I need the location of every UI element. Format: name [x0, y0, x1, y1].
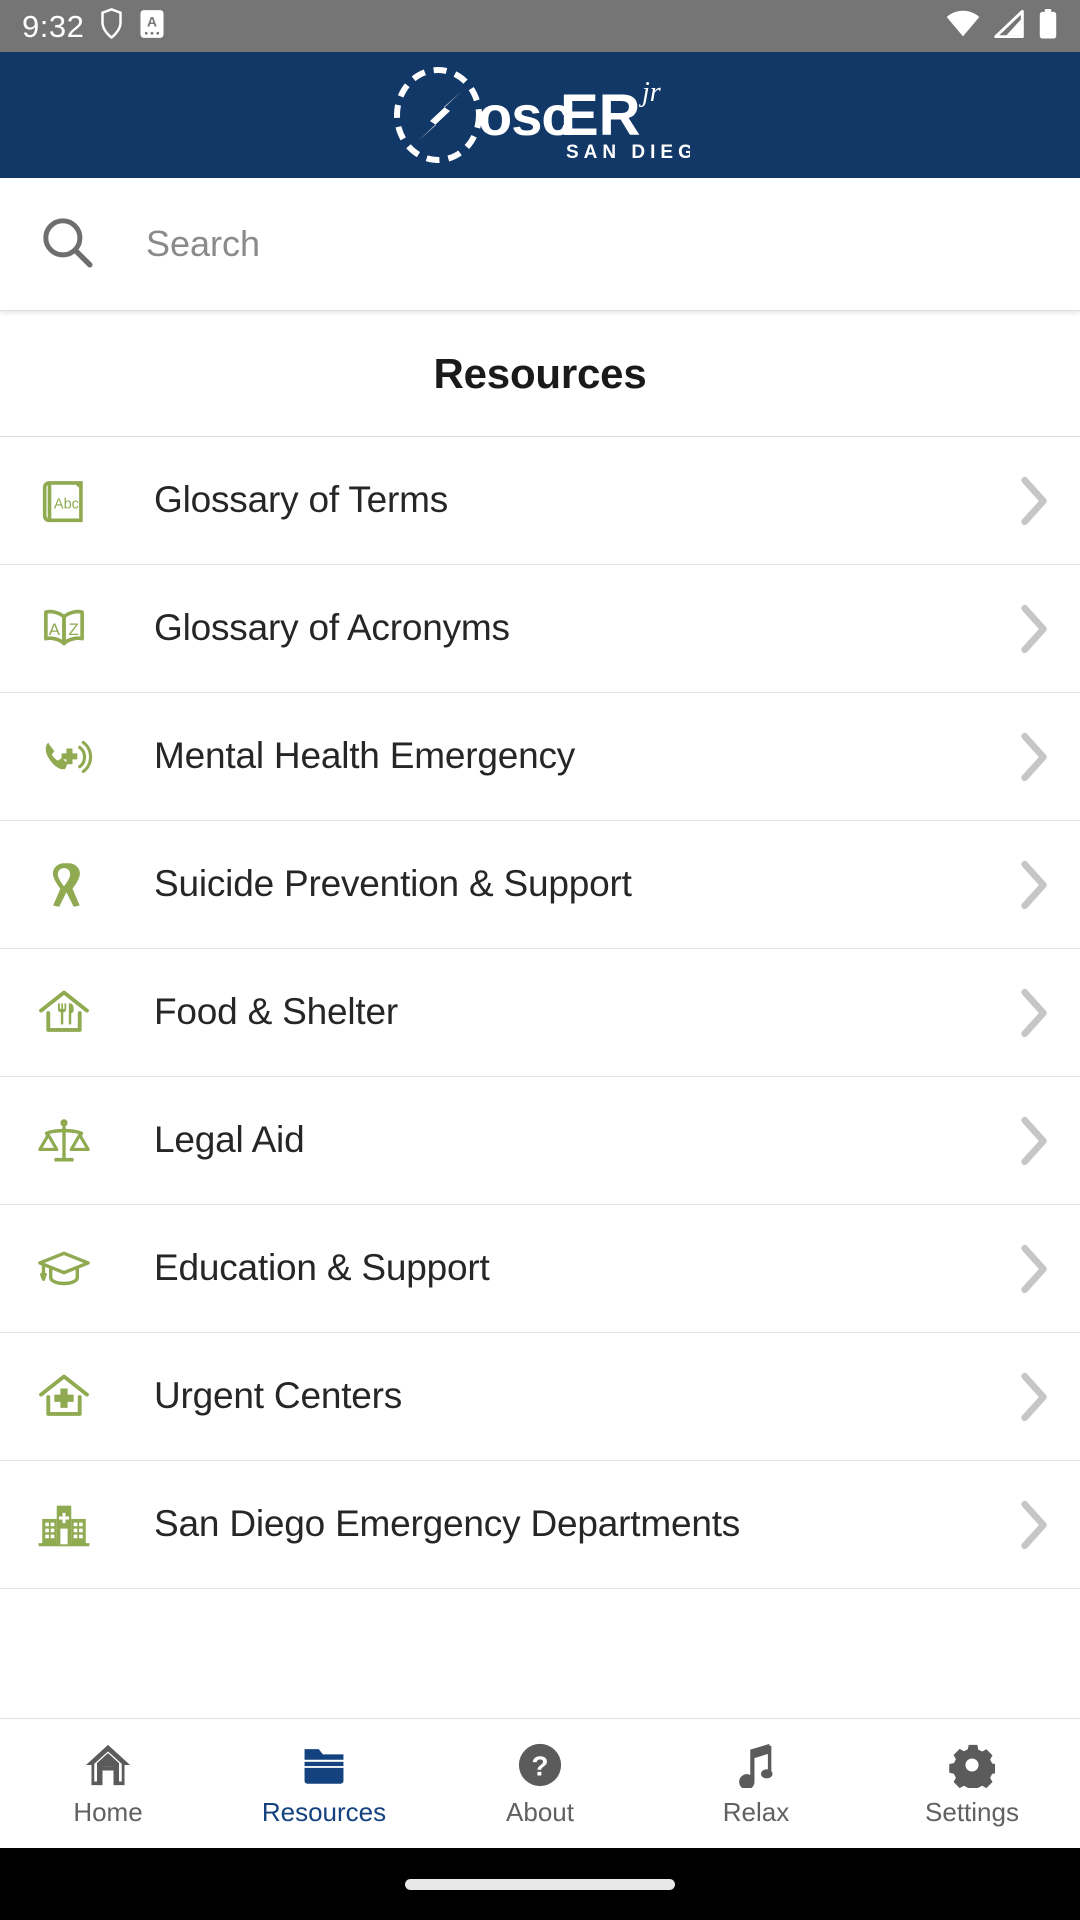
list-item[interactable]: Mental Health Emergency: [0, 693, 1080, 821]
page-title: Resources: [0, 311, 1080, 437]
app-notification-icon: A: [139, 9, 165, 44]
list-item-label: Food & Shelter: [154, 991, 399, 1033]
status-bar-left: 9:32 A: [22, 7, 165, 45]
hospital-building-icon: [32, 1493, 96, 1557]
list-item[interactable]: Abc Glossary of Terms: [0, 437, 1080, 565]
list-item-label: Mental Health Emergency: [154, 735, 576, 777]
list-item[interactable]: AZ Glossary of Acronyms: [0, 565, 1080, 693]
search-bar[interactable]: [0, 178, 1080, 311]
chevron-right-icon[interactable]: [1016, 1498, 1050, 1552]
nav-label-resources: Resources: [261, 1797, 387, 1827]
emergency-call-icon: [32, 725, 96, 789]
list-item-label: Education & Support: [154, 1247, 490, 1289]
music-note-icon: [736, 1742, 776, 1788]
shield-icon: [98, 7, 125, 45]
resources-list: Abc Glossary of Terms AZ Glossary of Acr…: [0, 437, 1080, 1718]
list-item-label: Glossary of Terms: [154, 479, 449, 521]
svg-text:A: A: [49, 620, 61, 639]
nav-label-settings: Settings: [925, 1797, 1019, 1827]
folder-icon: [301, 1742, 347, 1788]
system-gesture-bar: [0, 1848, 1080, 1920]
home-icon: [84, 1742, 132, 1788]
chevron-right-icon[interactable]: [1016, 730, 1050, 784]
nav-label-home: Home: [73, 1797, 143, 1827]
svg-text:ER: ER: [560, 83, 641, 148]
gear-icon: [949, 1742, 995, 1788]
svg-text:Abc: Abc: [54, 496, 79, 512]
chevron-right-icon[interactable]: [1016, 602, 1050, 656]
list-item-label: San Diego Emergency Departments: [154, 1503, 741, 1545]
chevron-right-icon[interactable]: [1016, 1370, 1050, 1424]
nav-item-home[interactable]: Home: [0, 1719, 216, 1848]
search-input[interactable]: [146, 223, 1040, 265]
nav-item-resources[interactable]: Resources: [216, 1719, 432, 1848]
scales-of-justice-icon: [32, 1109, 96, 1173]
chevron-right-icon[interactable]: [1016, 1242, 1050, 1296]
list-item[interactable]: Legal Aid: [0, 1077, 1080, 1205]
house-medical-icon: [32, 1365, 96, 1429]
home-gesture-pill[interactable]: [405, 1878, 675, 1890]
app-logo: osc ER jr SAN DIEGO: [390, 65, 690, 165]
list-item-label: Glossary of Acronyms: [154, 607, 510, 649]
compass-icon: osc ER jr SAN DIEGO: [394, 67, 690, 163]
list-item[interactable]: Education & Support: [0, 1205, 1080, 1333]
wifi-icon: [946, 10, 980, 43]
app-bar: osc ER jr SAN DIEGO: [0, 52, 1080, 178]
list-item[interactable]: Food & Shelter: [0, 949, 1080, 1077]
chevron-right-icon[interactable]: [1016, 986, 1050, 1040]
svg-text:jr: jr: [639, 77, 661, 108]
list-item[interactable]: Suicide Prevention & Support: [0, 821, 1080, 949]
nav-item-relax[interactable]: Relax: [648, 1719, 864, 1848]
nav-item-about[interactable]: ? About: [432, 1719, 648, 1848]
graduation-cap-icon: [32, 1237, 96, 1301]
open-book-az-icon: AZ: [32, 597, 96, 661]
house-meal-icon: [32, 981, 96, 1045]
list-item[interactable]: San Diego Emergency Departments: [0, 1461, 1080, 1589]
status-bar-right: [946, 8, 1058, 44]
battery-icon: [1038, 8, 1058, 44]
list-item-label: Legal Aid: [154, 1119, 305, 1161]
question-circle-icon: ?: [517, 1742, 563, 1788]
list-item[interactable]: Urgent Centers: [0, 1333, 1080, 1461]
svg-text:?: ?: [532, 1750, 549, 1781]
nav-label-about: About: [506, 1797, 574, 1827]
book-abc-icon: Abc: [32, 469, 96, 533]
search-icon: [40, 215, 94, 274]
page-title-text: Resources: [433, 349, 647, 397]
chevron-right-icon[interactable]: [1016, 474, 1050, 528]
app-screen: 9:32 A osc ER jr SAN DIE Search Resource…: [0, 0, 1080, 1920]
svg-text:osc: osc: [478, 84, 572, 147]
svg-text:SAN DIEGO: SAN DIEGO: [566, 142, 690, 163]
list-item-label: Urgent Centers: [154, 1375, 403, 1417]
svg-text:Z: Z: [69, 620, 79, 639]
chevron-right-icon[interactable]: [1016, 858, 1050, 912]
awareness-ribbon-icon: [32, 853, 96, 917]
status-bar: 9:32 A: [0, 0, 1080, 52]
bottom-navigation: Home Resources ? About Relax Settings: [0, 1718, 1080, 1848]
nav-label-relax: Relax: [722, 1797, 790, 1827]
list-item-label: Suicide Prevention & Support: [154, 863, 632, 905]
svg-text:A: A: [147, 13, 157, 29]
nav-item-settings[interactable]: Settings: [864, 1719, 1080, 1848]
cellular-signal-icon: [993, 9, 1025, 43]
chevron-right-icon[interactable]: [1016, 1114, 1050, 1168]
status-bar-clock: 9:32: [22, 8, 85, 44]
